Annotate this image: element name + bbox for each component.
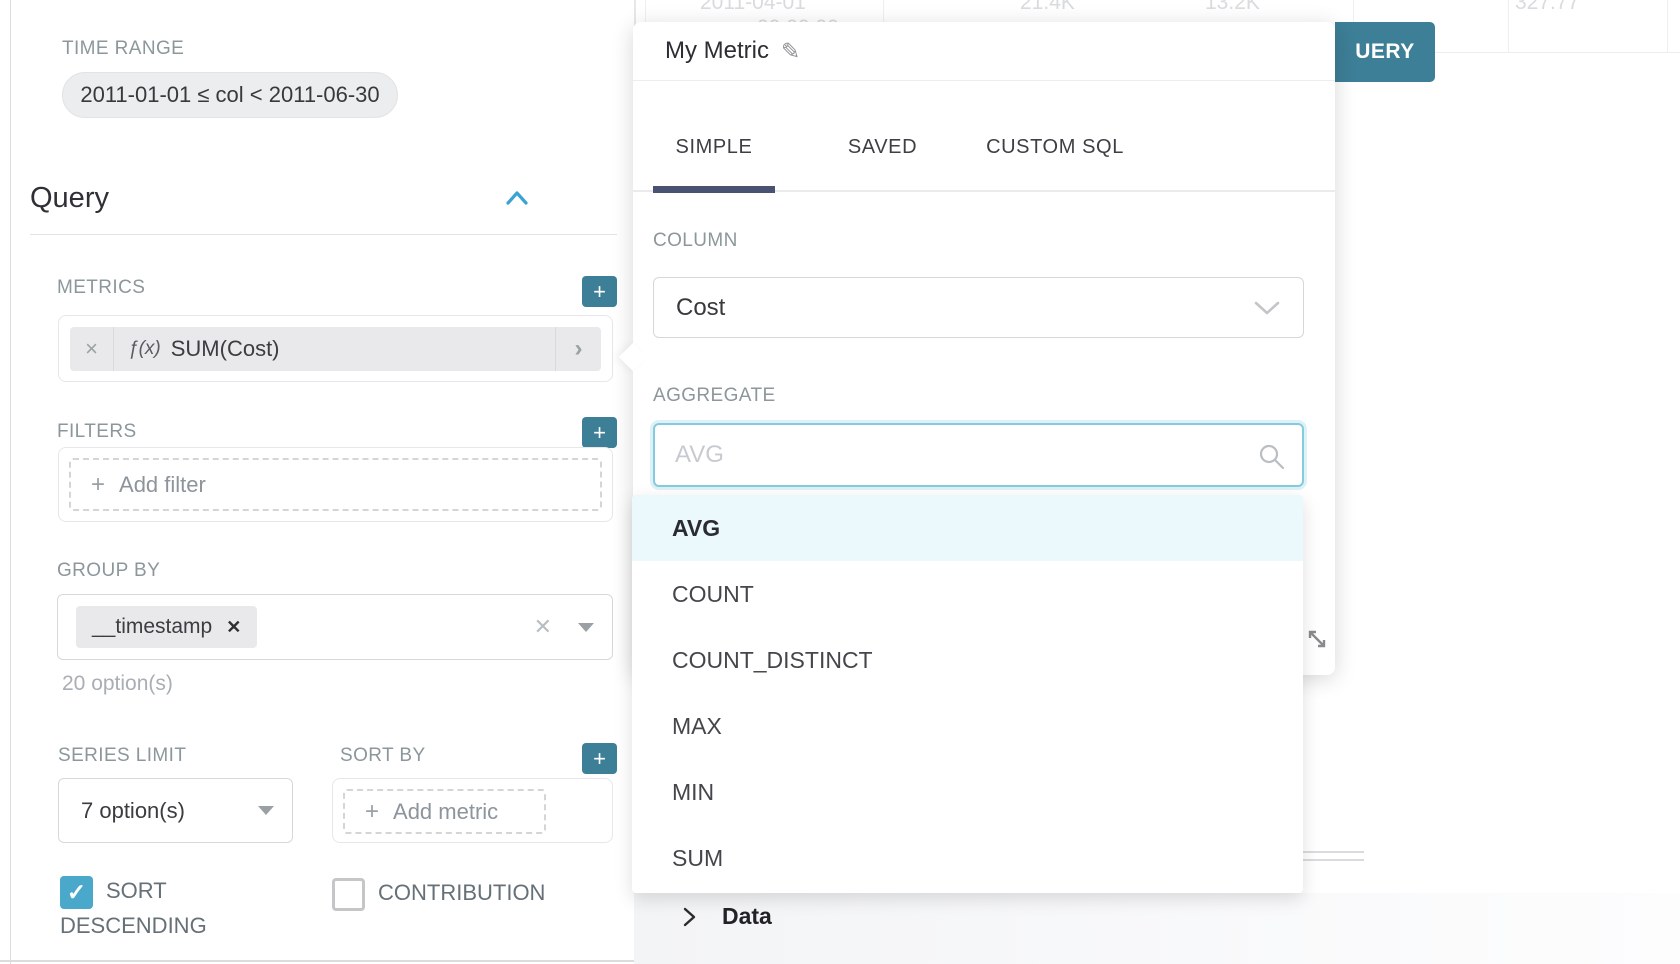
add-metric-button[interactable]: + (582, 276, 617, 307)
bg-table-cell-value: 327.77 (1515, 0, 1579, 15)
sort-by-container: + Add metric (332, 778, 613, 843)
option-max[interactable]: MAX (632, 693, 1303, 759)
column-select[interactable]: Cost (653, 277, 1304, 338)
option-count[interactable]: COUNT (632, 561, 1303, 627)
filters-container: + Add filter (58, 447, 613, 522)
page-left-border (10, 0, 11, 964)
metrics-container: × ƒ(x) SUM(Cost) › (58, 315, 613, 382)
tab-custom-sql[interactable]: CUSTOM SQL (975, 136, 1135, 159)
column-value: Cost (676, 294, 725, 322)
add-sort-metric-placeholder: Add metric (393, 799, 498, 825)
metrics-label: METRICS (57, 277, 145, 299)
collapse-section-button[interactable] (505, 188, 529, 208)
time-range-label: TIME RANGE (62, 38, 184, 60)
function-icon: ƒ(x) (128, 327, 161, 371)
popover-arrow (619, 343, 647, 371)
group-by-select[interactable]: __timestamp ✕ ✕ (57, 594, 613, 660)
run-query-button[interactable]: UERY (1335, 22, 1435, 82)
contribution-option: CONTRIBUTION (332, 876, 612, 911)
option-avg[interactable]: AVG (632, 495, 1303, 561)
bg-table-cell-date: 2011-04-01 (700, 0, 806, 15)
sort-descending-option: ✓ SORT DESCENDING (60, 874, 235, 943)
active-tab-indicator (653, 186, 775, 193)
column-label: COLUMN (653, 230, 738, 252)
pencil-icon[interactable]: ✎ (781, 38, 800, 65)
bg-table-gridline (1667, 0, 1668, 52)
query-section-title: Query (30, 182, 109, 215)
option-sum[interactable]: SUM (632, 825, 1303, 891)
plus-icon: + (593, 420, 606, 446)
checkmark-icon: ✓ (67, 879, 86, 905)
remove-tag-icon[interactable]: ✕ (226, 617, 241, 638)
group-by-tag-label: __timestamp (92, 615, 212, 639)
add-sort-metric-dropzone[interactable]: + Add metric (343, 789, 546, 834)
data-section-toggle[interactable]: Data (683, 903, 772, 930)
series-limit-value: 7 option(s) (81, 798, 185, 824)
data-panel-divider (1303, 859, 1364, 861)
clear-icon[interactable]: ✕ (534, 614, 552, 640)
time-range-value: 2011-01-01 ≤ col < 2011-06-30 (80, 82, 379, 108)
tab-saved[interactable]: SAVED (820, 136, 945, 159)
add-sort-metric-button[interactable]: + (582, 743, 617, 774)
search-icon (1256, 441, 1286, 471)
add-filter-dropzone[interactable]: + Add filter (69, 458, 602, 511)
metric-chip-label: SUM(Cost) (171, 327, 555, 371)
data-panel (634, 893, 1680, 964)
caret-down-icon (258, 806, 274, 815)
bg-table-cell-value: 21.4K (1020, 0, 1075, 15)
aggregate-options-dropdown: AVG COUNT COUNT_DISTINCT MAX MIN SUM (632, 495, 1303, 893)
bg-table-cell-value: 13.2K (1205, 0, 1260, 15)
group-by-options-hint: 20 option(s) (62, 672, 173, 696)
open-metric-popover-icon[interactable]: › (555, 327, 601, 371)
tab-simple[interactable]: SIMPLE (653, 136, 775, 159)
contribution-checkbox[interactable] (332, 878, 365, 911)
resize-icon[interactable] (1305, 627, 1329, 651)
option-count-distinct[interactable]: COUNT_DISTINCT (632, 627, 1303, 693)
add-filter-button[interactable]: + (582, 417, 617, 448)
plus-icon: + (365, 798, 379, 826)
time-range-pill[interactable]: 2011-01-01 ≤ col < 2011-06-30 (62, 72, 398, 118)
bg-table-gridline (1508, 0, 1509, 52)
popover-title-divider (633, 80, 1335, 81)
aggregate-input[interactable] (653, 423, 1304, 487)
plus-icon: + (593, 279, 606, 305)
panel-bottom-border (0, 960, 634, 962)
chevron-up-icon (505, 188, 529, 208)
option-min[interactable]: MIN (632, 759, 1303, 825)
section-divider (30, 234, 617, 235)
group-by-tag: __timestamp ✕ (76, 606, 257, 648)
group-by-label: GROUP BY (57, 560, 160, 582)
sort-descending-checkbox[interactable]: ✓ (60, 876, 93, 909)
chevron-right-icon (683, 907, 696, 927)
aggregate-label: AGGREGATE (653, 385, 776, 407)
add-filter-placeholder: Add filter (119, 472, 206, 498)
metric-name: My Metric (665, 37, 769, 65)
sort-by-label: SORT BY (340, 745, 426, 767)
remove-metric-icon[interactable]: × (70, 327, 114, 371)
plus-icon: + (91, 471, 105, 499)
filters-label: FILTERS (57, 421, 137, 443)
series-limit-select[interactable]: 7 option(s) (58, 778, 293, 843)
chevron-down-icon (1253, 300, 1281, 316)
caret-down-icon[interactable] (578, 623, 594, 632)
plus-icon: + (593, 746, 606, 772)
data-section-title: Data (722, 903, 772, 930)
data-panel-divider (1303, 851, 1364, 853)
popover-title-row: My Metric ✎ (633, 22, 1335, 80)
contribution-label: CONTRIBUTION (378, 880, 545, 905)
run-query-label: UERY (1355, 40, 1415, 64)
explore-screen: 2011-04-01 00:00:00 21.4K 13.2K 327.77 U… (0, 0, 1680, 964)
metric-chip[interactable]: × ƒ(x) SUM(Cost) › (70, 327, 601, 371)
series-limit-label: SERIES LIMIT (58, 745, 186, 767)
